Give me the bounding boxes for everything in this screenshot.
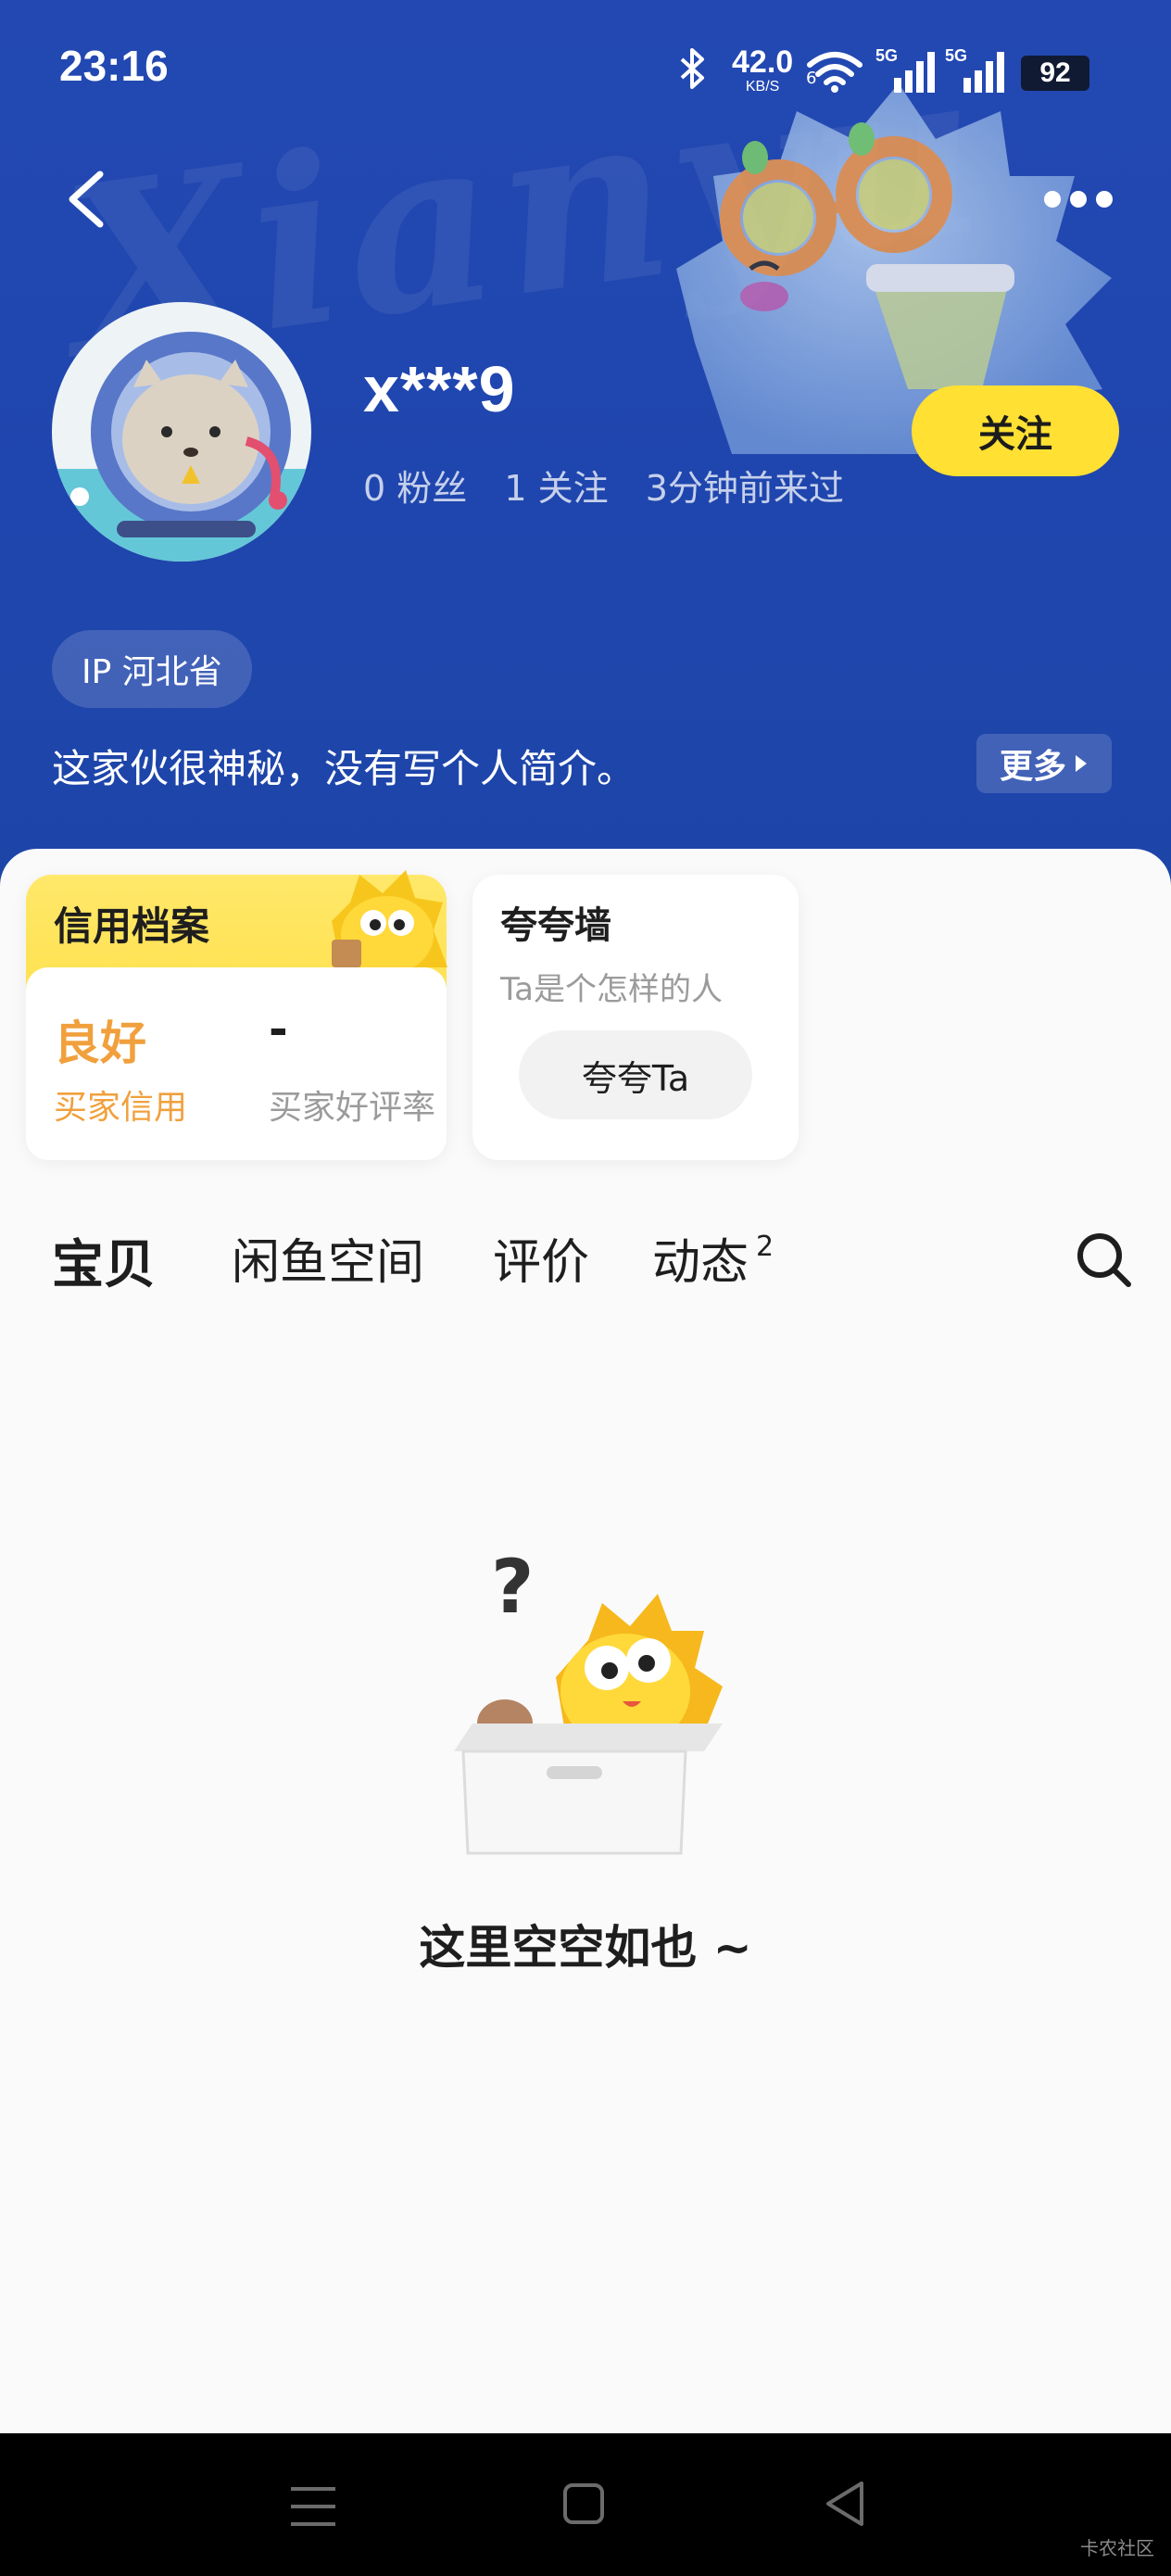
avatar-cat-image [52, 332, 311, 562]
praise-wall-card[interactable]: 夸夸墙 Ta是个怎样的人 夸夸Ta [472, 875, 799, 1160]
tab-xianyu-space[interactable]: 闲鱼空间 [232, 1223, 424, 1293]
search-icon[interactable] [1075, 1231, 1134, 1290]
buyer-credit-value: 良好 [54, 1017, 146, 1070]
bio-more-button[interactable]: 更多 [976, 734, 1112, 793]
praise-wall-subtitle: Ta是个怎样的人 [500, 971, 723, 1008]
profile-bio: 这家伙很神秘，没有写个人简介。 [52, 746, 636, 791]
activity-count-badge: 2 [756, 1231, 774, 1263]
back-arrow-icon[interactable] [59, 167, 115, 232]
praise-button[interactable]: 夸夸Ta [519, 1030, 752, 1119]
bluetooth-icon [680, 48, 704, 89]
network-speed-value: 42.0 [732, 44, 794, 80]
profile-stats: 0 粉丝 1 关注 3分钟前来过 [363, 460, 870, 511]
home-icon[interactable] [558, 2478, 610, 2530]
back-triangle-icon[interactable] [819, 2476, 871, 2532]
praise-wall-title: 夸夸墙 [500, 904, 611, 947]
following-count[interactable]: 1 关注 [504, 468, 608, 509]
avatar[interactable] [52, 302, 311, 562]
ip-location-tag: IP 河北省 [52, 630, 252, 708]
good-review-rate-label: 买家好评率 [269, 1089, 436, 1127]
menu-icon[interactable] [287, 2483, 339, 2530]
svg-text:?: ? [491, 1544, 534, 1630]
more-dots-icon[interactable] [1041, 185, 1115, 213]
signal-label: 5G [945, 46, 967, 65]
buyer-credit-label: 买家信用 [54, 1089, 188, 1127]
fans-count[interactable]: 0 粉丝 [363, 468, 467, 509]
credit-card-title: 信用档案 [54, 903, 210, 949]
footer-watermark: 卡农社区 [1080, 2537, 1154, 2559]
last-seen: 3分钟前来过 [645, 468, 844, 509]
good-review-rate-value: - [269, 1003, 288, 1056]
empty-box-mascot-image: ? [454, 1544, 723, 1855]
signal-icon: 5G [945, 46, 1004, 93]
tab-reviews[interactable]: 评价 [493, 1223, 589, 1293]
wifi-badge: 6 [806, 69, 817, 88]
status-time: 23:16 [59, 42, 169, 90]
profile-header: Xianyu 23:16 42.0 KB/S 6 5G 5G 92 x***9 … [0, 0, 1171, 890]
network-speed: 42.0 KB/S [732, 46, 793, 95]
bio-more-label: 更多 [999, 748, 1066, 786]
follow-button[interactable]: 关注 [912, 385, 1119, 476]
credit-mascot-image [332, 870, 447, 974]
network-speed-unit: KB/S [745, 79, 780, 95]
tab-items[interactable]: 宝贝 [48, 1223, 159, 1298]
signal-label: 5G [875, 46, 898, 65]
empty-state-text: 这里空空如也 ~ [419, 1921, 752, 1975]
credit-profile-card[interactable]: 信用档案 良好 买家信用 - 买家好评率 [26, 870, 447, 1160]
tab-activity[interactable]: 动态 [652, 1223, 749, 1293]
signal-icon: 5G [875, 46, 935, 93]
profile-tabs: 宝贝 闲鱼空间 评价 动态 [0, 1214, 1171, 1307]
battery-icon: 92 [1021, 56, 1089, 91]
username: x***9 [363, 353, 516, 425]
caret-right-icon [1076, 755, 1087, 772]
system-nav-bar [0, 2433, 1171, 2576]
status-bar: 23:16 42.0 KB/S 6 5G 5G 92 [0, 0, 1171, 139]
